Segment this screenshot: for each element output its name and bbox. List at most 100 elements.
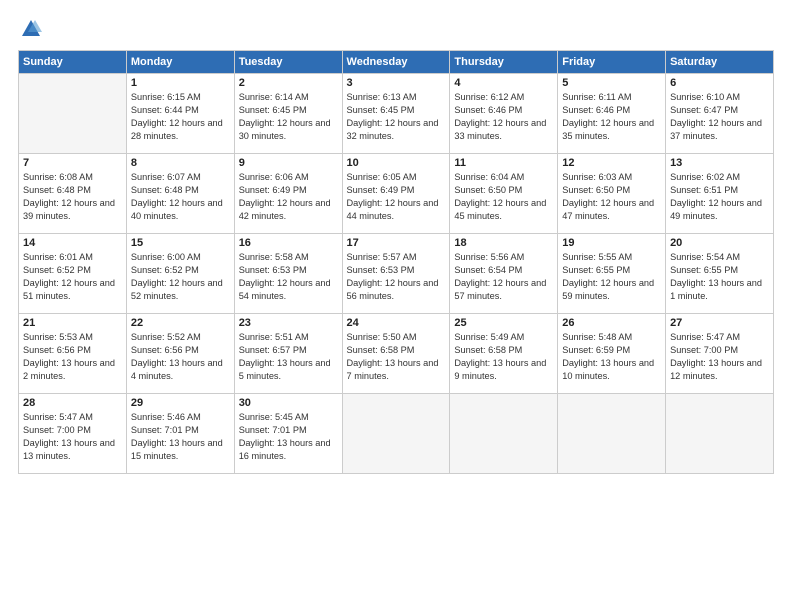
day-number: 3 bbox=[347, 77, 446, 89]
day-detail: Sunrise: 6:10 AMSunset: 6:47 PMDaylight:… bbox=[670, 91, 769, 143]
day-cell: 19Sunrise: 5:55 AMSunset: 6:55 PMDayligh… bbox=[558, 234, 666, 314]
day-cell: 4 Sunrise: 6:12 AMSunset: 6:46 PMDaylight… bbox=[450, 74, 558, 154]
week-row-0: 1 Sunrise: 6:15 AMSunset: 6:44 PMDaylight… bbox=[19, 74, 774, 154]
day-number: 4 bbox=[454, 77, 553, 89]
week-row-1: 7 Sunrise: 6:08 AMSunset: 6:48 PMDaylight… bbox=[19, 154, 774, 234]
day-cell: 5Sunrise: 6:11 AMSunset: 6:46 PMDaylight… bbox=[558, 74, 666, 154]
day-detail: Sunrise: 6:04 AMSunset: 6:50 PMDaylight:… bbox=[454, 171, 553, 223]
week-row-2: 14 Sunrise: 6:01 AMSunset: 6:52 PMDayligh… bbox=[19, 234, 774, 314]
day-detail: Sunrise: 6:07 AMSunset: 6:48 PMDaylight:… bbox=[131, 171, 230, 223]
day-detail: Sunrise: 6:15 AMSunset: 6:44 PMDaylight:… bbox=[131, 91, 230, 143]
day-number: 23 bbox=[239, 317, 338, 329]
header-cell-wednesday: Wednesday bbox=[342, 51, 450, 74]
day-detail: Sunrise: 6:00 AMSunset: 6:52 PMDaylight:… bbox=[131, 251, 230, 303]
day-detail: Sunrise: 5:48 AMSunset: 6:59 PMDaylight:… bbox=[562, 331, 661, 383]
day-cell: 29Sunrise: 5:46 AMSunset: 7:01 PMDayligh… bbox=[126, 394, 234, 474]
day-detail: Sunrise: 5:56 AMSunset: 6:54 PMDaylight:… bbox=[454, 251, 553, 303]
day-cell: 27Sunrise: 5:47 AMSunset: 7:00 PMDayligh… bbox=[666, 314, 774, 394]
day-detail: Sunrise: 5:57 AMSunset: 6:53 PMDaylight:… bbox=[347, 251, 446, 303]
day-cell: 12 Sunrise: 6:03 AMSunset: 6:50 PMDayligh… bbox=[558, 154, 666, 234]
day-cell: 1 Sunrise: 6:15 AMSunset: 6:44 PMDaylight… bbox=[126, 74, 234, 154]
day-cell: 2 Sunrise: 6:14 AMSunset: 6:45 PMDaylight… bbox=[234, 74, 342, 154]
day-cell: 17 Sunrise: 5:57 AMSunset: 6:53 PMDayligh… bbox=[342, 234, 450, 314]
day-number: 11 bbox=[454, 157, 553, 169]
day-number: 30 bbox=[239, 397, 338, 409]
day-number: 7 bbox=[23, 157, 122, 169]
day-number: 20 bbox=[670, 237, 769, 249]
day-detail: Sunrise: 5:51 AMSunset: 6:57 PMDaylight:… bbox=[239, 331, 338, 383]
day-detail: Sunrise: 5:47 AMSunset: 7:00 PMDaylight:… bbox=[23, 411, 122, 463]
day-number: 27 bbox=[670, 317, 769, 329]
day-cell bbox=[666, 394, 774, 474]
day-number: 16 bbox=[239, 237, 338, 249]
day-detail: Sunrise: 6:11 AMSunset: 6:46 PMDaylight:… bbox=[562, 91, 661, 143]
day-cell: 24 Sunrise: 5:50 AMSunset: 6:58 PMDayligh… bbox=[342, 314, 450, 394]
day-cell: 28 Sunrise: 5:47 AMSunset: 7:00 PMDayligh… bbox=[19, 394, 127, 474]
day-detail: Sunrise: 6:03 AMSunset: 6:50 PMDaylight:… bbox=[562, 171, 661, 223]
day-number: 24 bbox=[347, 317, 446, 329]
day-cell: 20 Sunrise: 5:54 AMSunset: 6:55 PMDayligh… bbox=[666, 234, 774, 314]
day-cell: 25Sunrise: 5:49 AMSunset: 6:58 PMDayligh… bbox=[450, 314, 558, 394]
day-number: 1 bbox=[131, 77, 230, 89]
day-detail: Sunrise: 6:08 AMSunset: 6:48 PMDaylight:… bbox=[23, 171, 122, 223]
header-cell-tuesday: Tuesday bbox=[234, 51, 342, 74]
day-detail: Sunrise: 5:53 AMSunset: 6:56 PMDaylight:… bbox=[23, 331, 122, 383]
day-cell: 21 Sunrise: 5:53 AMSunset: 6:56 PMDayligh… bbox=[19, 314, 127, 394]
day-number: 17 bbox=[347, 237, 446, 249]
day-number: 29 bbox=[131, 397, 230, 409]
day-detail: Sunrise: 5:58 AMSunset: 6:53 PMDaylight:… bbox=[239, 251, 338, 303]
day-number: 9 bbox=[239, 157, 338, 169]
day-cell: 10Sunrise: 6:05 AMSunset: 6:49 PMDayligh… bbox=[342, 154, 450, 234]
day-cell: 30 Sunrise: 5:45 AMSunset: 7:01 PMDayligh… bbox=[234, 394, 342, 474]
day-cell bbox=[342, 394, 450, 474]
day-number: 26 bbox=[562, 317, 661, 329]
header-cell-thursday: Thursday bbox=[450, 51, 558, 74]
day-number: 10 bbox=[347, 157, 446, 169]
day-cell: 26 Sunrise: 5:48 AMSunset: 6:59 PMDayligh… bbox=[558, 314, 666, 394]
day-number: 2 bbox=[239, 77, 338, 89]
day-cell: 23 Sunrise: 5:51 AMSunset: 6:57 PMDayligh… bbox=[234, 314, 342, 394]
day-detail: Sunrise: 6:12 AMSunset: 6:46 PMDaylight:… bbox=[454, 91, 553, 143]
day-number: 15 bbox=[131, 237, 230, 249]
day-cell: 7 Sunrise: 6:08 AMSunset: 6:48 PMDaylight… bbox=[19, 154, 127, 234]
day-number: 28 bbox=[23, 397, 122, 409]
day-number: 8 bbox=[131, 157, 230, 169]
day-number: 13 bbox=[670, 157, 769, 169]
day-detail: Sunrise: 5:45 AMSunset: 7:01 PMDaylight:… bbox=[239, 411, 338, 463]
header-cell-sunday: Sunday bbox=[19, 51, 127, 74]
day-number: 25 bbox=[454, 317, 553, 329]
day-detail: Sunrise: 6:13 AMSunset: 6:45 PMDaylight:… bbox=[347, 91, 446, 143]
day-number: 19 bbox=[562, 237, 661, 249]
day-cell: 13 Sunrise: 6:02 AMSunset: 6:51 PMDayligh… bbox=[666, 154, 774, 234]
day-detail: Sunrise: 5:54 AMSunset: 6:55 PMDaylight:… bbox=[670, 251, 769, 303]
day-detail: Sunrise: 6:14 AMSunset: 6:45 PMDaylight:… bbox=[239, 91, 338, 143]
day-detail: Sunrise: 6:06 AMSunset: 6:49 PMDaylight:… bbox=[239, 171, 338, 223]
day-detail: Sunrise: 6:01 AMSunset: 6:52 PMDaylight:… bbox=[23, 251, 122, 303]
day-cell: 9 Sunrise: 6:06 AMSunset: 6:49 PMDaylight… bbox=[234, 154, 342, 234]
header-cell-saturday: Saturday bbox=[666, 51, 774, 74]
header-cell-friday: Friday bbox=[558, 51, 666, 74]
day-number: 18 bbox=[454, 237, 553, 249]
day-cell: 18 Sunrise: 5:56 AMSunset: 6:54 PMDayligh… bbox=[450, 234, 558, 314]
day-cell bbox=[19, 74, 127, 154]
logo-icon bbox=[20, 18, 42, 40]
day-detail: Sunrise: 6:02 AMSunset: 6:51 PMDaylight:… bbox=[670, 171, 769, 223]
day-cell: 3 Sunrise: 6:13 AMSunset: 6:45 PMDaylight… bbox=[342, 74, 450, 154]
calendar-table: SundayMondayTuesdayWednesdayThursdayFrid… bbox=[18, 50, 774, 474]
day-cell bbox=[450, 394, 558, 474]
week-row-4: 28 Sunrise: 5:47 AMSunset: 7:00 PMDayligh… bbox=[19, 394, 774, 474]
day-number: 12 bbox=[562, 157, 661, 169]
day-number: 21 bbox=[23, 317, 122, 329]
day-cell: 6Sunrise: 6:10 AMSunset: 6:47 PMDaylight… bbox=[666, 74, 774, 154]
day-number: 14 bbox=[23, 237, 122, 249]
week-row-3: 21 Sunrise: 5:53 AMSunset: 6:56 PMDayligh… bbox=[19, 314, 774, 394]
day-cell: 14 Sunrise: 6:01 AMSunset: 6:52 PMDayligh… bbox=[19, 234, 127, 314]
logo bbox=[18, 18, 42, 40]
header-cell-monday: Monday bbox=[126, 51, 234, 74]
day-cell: 16 Sunrise: 5:58 AMSunset: 6:53 PMDayligh… bbox=[234, 234, 342, 314]
day-cell: 22Sunrise: 5:52 AMSunset: 6:56 PMDayligh… bbox=[126, 314, 234, 394]
day-number: 22 bbox=[131, 317, 230, 329]
header-row: SundayMondayTuesdayWednesdayThursdayFrid… bbox=[19, 51, 774, 74]
day-cell bbox=[558, 394, 666, 474]
day-detail: Sunrise: 5:50 AMSunset: 6:58 PMDaylight:… bbox=[347, 331, 446, 383]
